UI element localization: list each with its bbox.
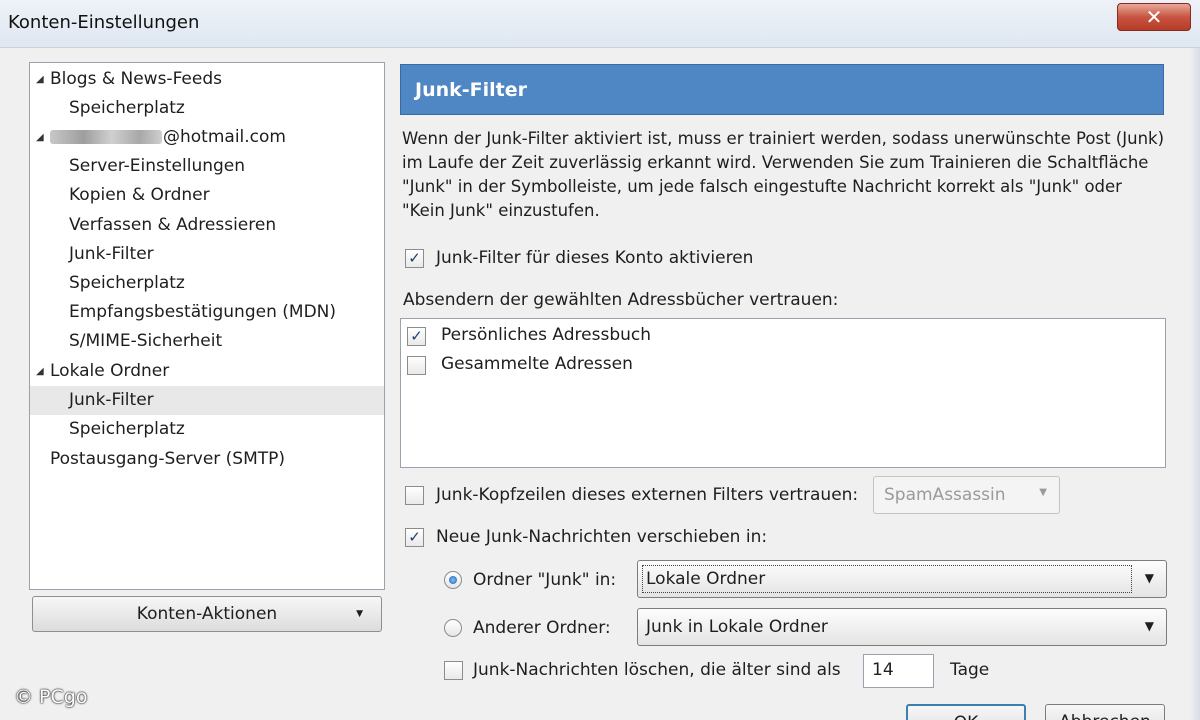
tree-item-label: Kopien & Ordner	[69, 185, 210, 205]
days-input[interactable]: 14	[863, 654, 934, 688]
tree-item-speicherplatz[interactable]: Speicherplatz	[30, 415, 384, 444]
junk-folder-value: Lokale Ordner	[646, 569, 766, 589]
radio-selected-dot	[449, 576, 457, 584]
other-folder-radio[interactable]	[444, 619, 462, 637]
chevron-down-icon: ▼	[1144, 619, 1154, 633]
redacted-address-blur	[50, 130, 162, 144]
junk-folder-select[interactable]: Lokale Ordner ▼	[637, 560, 1167, 598]
tree-item-label: Postausgang-Server (SMTP)	[50, 449, 286, 469]
junk-folder-radio[interactable]	[444, 571, 462, 589]
addressbook-checkbox-collected[interactable]	[407, 356, 426, 375]
addressbook-list[interactable]: ✓ Persönliches Adressbuch Gesammelte Adr…	[400, 318, 1166, 468]
tree-item-label: Lokale Ordner	[50, 361, 170, 381]
trust-headers-checkbox[interactable]	[405, 486, 424, 505]
tree-item-blogs-feeds[interactable]: ◢ Blogs & News-Feeds	[30, 65, 384, 94]
tree-item-label: Speicherplatz	[69, 273, 185, 293]
account-actions-button[interactable]: Konten-Aktionen ▼	[32, 596, 382, 632]
account-name: @hotmail.com	[50, 123, 286, 152]
tree-item-verfassen[interactable]: Verfassen & Adressieren	[30, 211, 384, 240]
panel-description: Wenn der Junk-Filter aktiviert ist, muss…	[402, 129, 1165, 220]
ok-button[interactable]: OK	[906, 704, 1026, 720]
addressbook-label[interactable]: Persönliches Adressbuch	[441, 325, 651, 345]
tree-item-hotmail-account[interactable]: ◢ @hotmail.com	[30, 123, 384, 152]
account-tree[interactable]: ◢ Blogs & News-Feeds Speicherplatz ◢ @ho…	[29, 62, 385, 590]
dropdown-arrow-icon: ▼	[356, 609, 363, 619]
other-folder-select[interactable]: Junk in Lokale Ordner ▼	[637, 608, 1167, 646]
tree-item-mdn[interactable]: Empfangsbestätigungen (MDN)	[30, 298, 384, 327]
tree-item-kopien-ordner[interactable]: Kopien & Ordner	[30, 181, 384, 210]
expand-icon[interactable]: ◢	[36, 123, 44, 152]
enable-filter-label[interactable]: Junk-Filter für dieses Konto aktivieren	[436, 248, 753, 268]
check-icon: ✓	[410, 327, 423, 345]
tree-item-speicherplatz[interactable]: Speicherplatz	[30, 94, 384, 123]
tree-item-junk-filter[interactable]: Junk-Filter	[30, 240, 384, 269]
chevron-down-icon: ▼	[1039, 487, 1047, 498]
watermark: © PCgo	[14, 686, 88, 708]
close-button[interactable]: ✕	[1117, 3, 1191, 31]
enable-filter-checkbox[interactable]: ✓	[405, 249, 424, 268]
close-icon: ✕	[1145, 5, 1163, 29]
move-junk-label[interactable]: Neue Junk-Nachrichten verschieben in:	[436, 527, 767, 547]
account-actions-label: Konten-Aktionen	[136, 604, 278, 624]
external-filter-select[interactable]: SpamAssassin ▼	[873, 476, 1060, 514]
title-bar: Konten-Einstellungen ✕	[0, 0, 1200, 48]
tree-item-server-einstellungen[interactable]: Server-Einstellungen	[30, 152, 384, 181]
check-icon: ✓	[408, 249, 421, 267]
tree-item-label: @hotmail.com	[163, 127, 286, 147]
tree-item-label: Empfangsbestätigungen (MDN)	[69, 302, 337, 322]
tree-item-label: Speicherplatz	[69, 419, 185, 439]
panel-heading: Junk-Filter	[400, 64, 1164, 115]
tree-item-label: S/MIME-Sicherheit	[69, 331, 223, 351]
window-title: Konten-Einstellungen	[8, 12, 200, 33]
days-unit-label: Tage	[950, 660, 990, 680]
tree-item-lokale-ordner[interactable]: ◢ Lokale Ordner	[30, 357, 384, 386]
addressbook-label[interactable]: Gesammelte Adressen	[441, 354, 633, 374]
junk-folder-label[interactable]: Ordner "Junk" in:	[473, 570, 616, 590]
addressbook-checkbox-personal[interactable]: ✓	[407, 327, 426, 346]
cancel-button[interactable]: Abbrechen	[1045, 704, 1165, 720]
tree-item-label: Server-Einstellungen	[69, 156, 246, 176]
delete-old-label[interactable]: Junk-Nachrichten löschen, die älter sind…	[473, 660, 841, 680]
tree-item-junk-filter-selected[interactable]: Junk-Filter	[30, 386, 384, 415]
tree-item-label: Junk-Filter	[69, 390, 154, 410]
other-folder-label[interactable]: Anderer Ordner:	[473, 618, 611, 638]
tree-item-label: Blogs & News-Feeds	[50, 69, 222, 89]
tree-item-smime[interactable]: S/MIME-Sicherheit	[30, 327, 384, 356]
tree-item-label: Junk-Filter	[69, 244, 154, 264]
external-filter-value: SpamAssassin	[884, 485, 1006, 505]
chevron-down-icon: ▼	[1144, 571, 1154, 585]
delete-old-checkbox[interactable]	[444, 661, 463, 680]
tree-item-speicherplatz[interactable]: Speicherplatz	[30, 269, 384, 298]
tree-item-smtp[interactable]: Postausgang-Server (SMTP)	[30, 445, 384, 474]
trust-addressbooks-label: Absendern der gewählten Adressbücher ver…	[403, 290, 839, 310]
other-folder-value: Junk in Lokale Ordner	[646, 617, 828, 637]
expand-icon[interactable]: ◢	[36, 357, 44, 386]
check-icon: ✓	[408, 528, 421, 546]
expand-icon[interactable]: ◢	[36, 65, 44, 94]
move-junk-checkbox[interactable]: ✓	[405, 528, 424, 547]
window-edge	[1190, 48, 1200, 720]
tree-item-label: Speicherplatz	[69, 98, 185, 118]
trust-headers-label[interactable]: Junk-Kopfzeilen dieses externen Filters …	[436, 485, 858, 505]
tree-item-label: Verfassen & Adressieren	[69, 215, 277, 235]
